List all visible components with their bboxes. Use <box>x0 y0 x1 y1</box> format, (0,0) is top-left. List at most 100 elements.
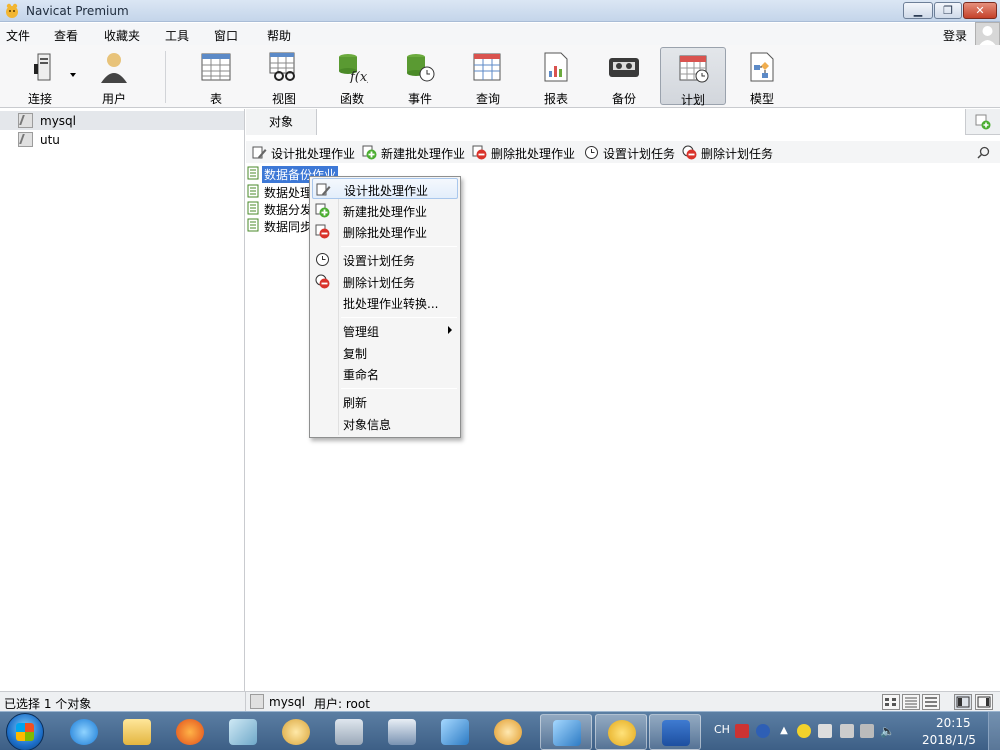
menu-item-copy[interactable]: 复制 <box>312 342 458 363</box>
menu-item-rename[interactable]: 重命名 <box>312 363 458 384</box>
windows-taskbar: CH ▲ 🔈 20:15 2018/1/5 <box>0 711 1000 750</box>
menu-item-convert-batch-job[interactable]: 批处理作业转换... <box>312 292 458 313</box>
internet-explorer-icon <box>70 719 98 745</box>
hide-pane-button[interactable] <box>975 694 993 710</box>
menu-item-manage-group[interactable]: 管理组 <box>312 320 458 341</box>
menu-file[interactable]: 文件 <box>6 27 30 44</box>
user-label: 用户 <box>101 92 126 106</box>
status-bar: 已选择 1 个对象 mysql 用户: root <box>0 691 1000 712</box>
taskbar-explorer[interactable] <box>111 714 163 750</box>
connect-dropdown-icon[interactable] <box>70 73 76 77</box>
word-icon <box>662 720 690 746</box>
clock-time[interactable]: 20:15 <box>936 716 971 730</box>
menu-window[interactable]: 窗口 <box>214 27 238 44</box>
input-language[interactable]: CH <box>714 723 730 736</box>
new-batch-job-button[interactable]: 新建批处理作业 <box>362 144 468 161</box>
network-status-icon[interactable] <box>860 724 874 738</box>
tool-report[interactable]: 报表 <box>523 47 589 106</box>
status-separator <box>245 692 246 712</box>
query-icon <box>473 53 501 81</box>
clock-date[interactable]: 2018/1/5 <box>922 733 976 747</box>
detail-view-button[interactable] <box>922 694 940 710</box>
tool-event[interactable]: 事件 <box>387 47 453 106</box>
tool-view[interactable]: 视图 <box>251 47 317 106</box>
new-tab-icon[interactable] <box>975 114 991 130</box>
taskbar-network[interactable] <box>376 714 428 750</box>
menu-item-delete-schedule[interactable]: 删除计划任务 <box>312 271 458 292</box>
input-method-icon[interactable] <box>735 724 749 738</box>
function-icon: f(x) <box>339 54 368 83</box>
menu-item-object-info[interactable]: 对象信息 <box>312 413 458 434</box>
taskbar-calculator[interactable] <box>323 714 375 750</box>
menu-item-label: 删除计划任务 <box>343 276 416 290</box>
connection-item-utu[interactable]: utu <box>0 130 244 149</box>
menu-item-set-schedule[interactable]: 设置计划任务 <box>312 249 458 270</box>
delete-schedule-icon <box>682 145 697 160</box>
batch-job-icon <box>247 166 259 180</box>
restore-button[interactable]: ❐ <box>934 2 962 19</box>
tool-query[interactable]: 查询 <box>455 47 521 106</box>
batch-job-icon <box>247 218 259 232</box>
tool-table-label: 表 <box>209 92 222 106</box>
login-link[interactable]: 登录 <box>943 27 967 44</box>
design-batch-job-button[interactable]: 设计批处理作业 <box>252 144 358 161</box>
taskbar-firefox[interactable] <box>164 714 216 750</box>
menu-help[interactable]: 帮助 <box>267 27 291 44</box>
tool-model[interactable]: 模型 <box>729 47 795 106</box>
tray-expand-icon[interactable]: ▲ <box>777 724 791 738</box>
batch-job-icon <box>247 184 259 198</box>
menu-item-new-batch-job[interactable]: 新建批处理作业 <box>312 200 458 221</box>
tray-app-icon[interactable] <box>797 724 811 738</box>
taskbar-bird-app[interactable] <box>429 714 481 750</box>
connection-icon <box>18 113 33 128</box>
delete-schedule-button[interactable]: 删除计划任务 <box>682 144 776 161</box>
taskbar-app-notes[interactable] <box>217 714 269 750</box>
show-desktop-button[interactable] <box>988 712 1000 750</box>
menu-item-label: 删除批处理作业 <box>343 226 428 240</box>
menu-item-refresh[interactable]: 刷新 <box>312 391 458 412</box>
connect-label: 连接 <box>27 92 52 106</box>
menu-view[interactable]: 查看 <box>54 27 78 44</box>
taskbar-navicat[interactable] <box>595 714 647 750</box>
tool-function[interactable]: f(x) 函数 <box>319 47 385 106</box>
menu-item-delete-batch-job[interactable]: 删除批处理作业 <box>312 221 458 242</box>
volume-icon[interactable]: 🔈 <box>880 724 895 738</box>
menu-item-design-batch-job[interactable]: 设计批处理作业 <box>312 178 458 199</box>
action-center-icon[interactable] <box>840 724 854 738</box>
batch-job-icon <box>247 201 259 215</box>
start-button[interactable] <box>6 713 44 750</box>
menu-separator <box>341 317 457 318</box>
tool-schedule-label: 计划 <box>680 93 705 107</box>
show-info-pane-button[interactable] <box>954 694 972 710</box>
menu-bar: 文件 查看 收藏夹 工具 窗口 帮助 登录 <box>0 23 1000 45</box>
tool-view-label: 视图 <box>271 92 296 106</box>
connection-label: mysql <box>40 114 76 128</box>
connection-item-mysql[interactable]: mysql <box>0 111 244 130</box>
minimize-button[interactable]: ▁ <box>903 2 933 19</box>
status-connection: mysql <box>269 695 305 709</box>
tray-app-icon-2[interactable] <box>818 724 832 738</box>
taskbar-word[interactable] <box>649 714 701 750</box>
taskbar-search-app[interactable] <box>482 714 534 750</box>
connect-button[interactable]: 连接 <box>7 47 73 106</box>
menu-tools[interactable]: 工具 <box>165 27 189 44</box>
help-icon[interactable] <box>756 724 770 738</box>
delete-batch-job-button[interactable]: 删除批处理作业 <box>472 144 580 161</box>
user-button[interactable]: 用户 <box>81 47 147 106</box>
set-schedule-button[interactable]: 设置计划任务 <box>584 144 678 161</box>
search-icon[interactable] <box>977 146 990 159</box>
tab-objects[interactable]: 对象 <box>246 109 316 135</box>
close-button[interactable]: ✕ <box>963 2 997 19</box>
report-icon <box>544 52 568 82</box>
tool-backup[interactable]: 备份 <box>591 47 657 106</box>
taskbar-bird-app-2[interactable] <box>540 714 592 750</box>
grid-view-button[interactable] <box>882 694 900 710</box>
menu-favorites[interactable]: 收藏夹 <box>104 27 140 44</box>
list-view-button[interactable] <box>902 694 920 710</box>
tool-schedule[interactable]: 计划 <box>660 47 726 107</box>
tool-table[interactable]: 表 <box>183 47 249 106</box>
magnifier-app-icon <box>494 719 522 745</box>
navicat-logo-icon <box>608 720 636 746</box>
taskbar-ie[interactable] <box>58 714 110 750</box>
taskbar-paint[interactable] <box>270 714 322 750</box>
